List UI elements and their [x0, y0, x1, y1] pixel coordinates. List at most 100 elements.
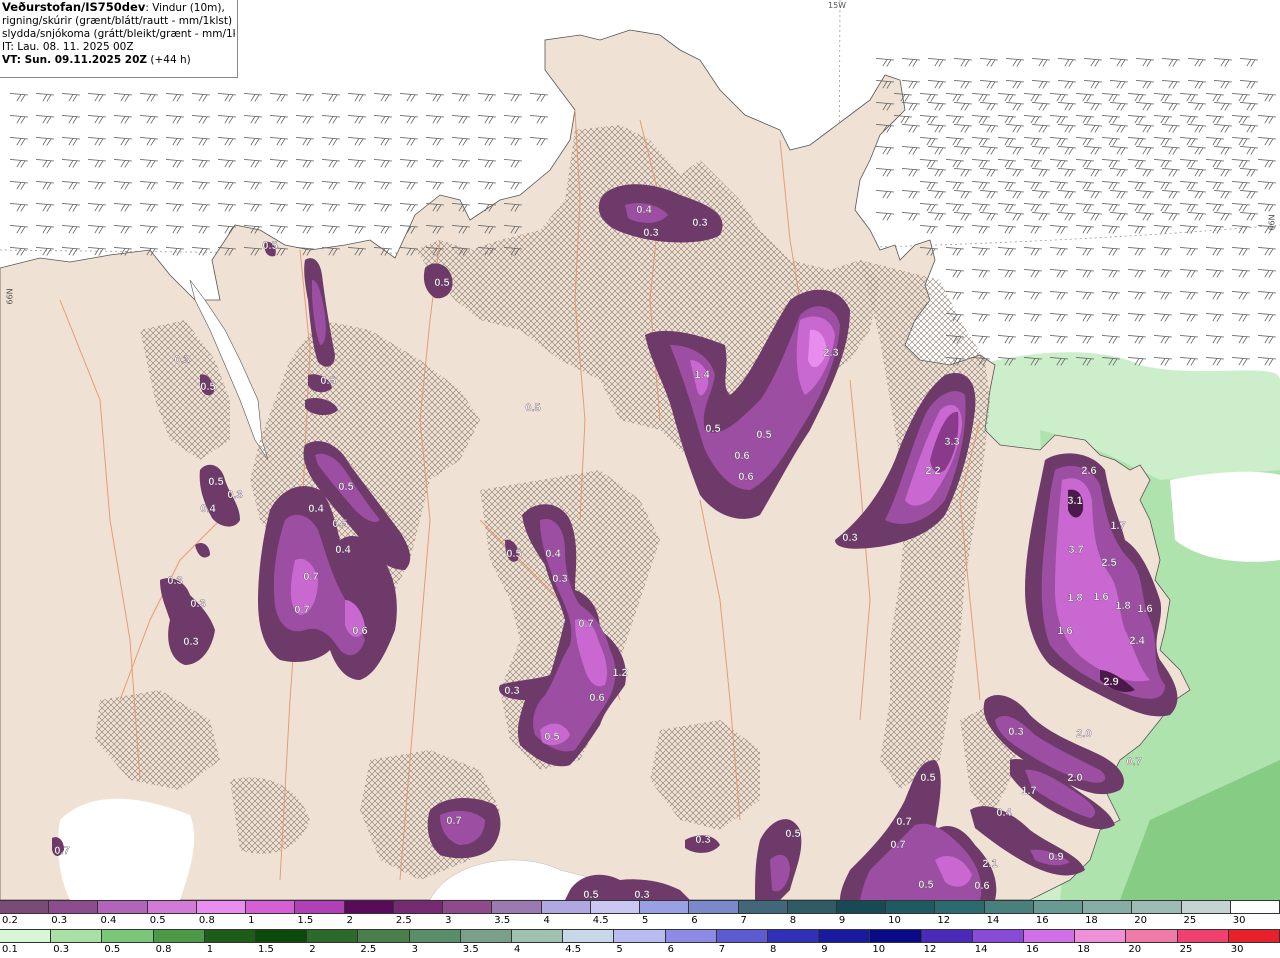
scale-swatch [512, 930, 564, 942]
scale-swatch [768, 930, 820, 942]
graticule-label-right: 66N [1267, 214, 1277, 231]
scale-swatch [1230, 901, 1280, 913]
scale-swatch [344, 901, 394, 913]
precip-value-label: 0.5 [338, 481, 353, 493]
scale-tick-label: 30 [1230, 944, 1244, 955]
scale-tick-label: 0.5 [149, 915, 166, 926]
scale-tick-label: 5 [616, 944, 623, 955]
scale-swatch [256, 930, 308, 942]
scale-tick-label: 2.5 [360, 944, 377, 955]
scale-tick-label: 25 [1183, 915, 1197, 926]
precip-value-label: 0.4 [636, 204, 652, 216]
model-title-suffix: : Vindur (10m), [145, 2, 225, 14]
scale-tick-label: 4.5 [592, 915, 609, 926]
scale-swatch [307, 930, 359, 942]
precip-value-label: 0.5 [918, 879, 933, 891]
scale-tick-label: 2 [346, 915, 353, 926]
scale-swatch [1083, 901, 1133, 913]
scale-swatch [98, 901, 148, 913]
scale-tick-label: 0.1 [2, 944, 18, 955]
precip-value-label: 0.3 [634, 889, 649, 900]
precip-value-label: 0.5 [756, 429, 771, 441]
scale-tick-label: 10 [888, 915, 901, 926]
precip-value-label: 0.5 [434, 277, 449, 289]
scale-swatch [665, 930, 717, 942]
scale-swatch [204, 930, 257, 942]
precip-value-label: 0.3 [695, 834, 710, 846]
scale-swatch [614, 930, 666, 942]
scale-swatch [1075, 930, 1127, 942]
valid-time: VT: Sun. 09.11.2025 20Z [2, 54, 148, 66]
scale-swatch [492, 901, 542, 913]
precip-value-label: 0.6 [738, 471, 753, 483]
graticule-label-top: 15W [828, 1, 847, 10]
precip-value-label: 0.5 [525, 402, 540, 414]
graticule-label-left: 66N [5, 288, 15, 305]
precip-value-label: 0.4 [335, 544, 351, 556]
scale-swatch [886, 901, 936, 913]
precip-value-label: 1.8 [1067, 592, 1082, 604]
scale-tick-label: 30 [1232, 915, 1246, 926]
scale-swatch [689, 901, 739, 913]
snow-color-scale: 0.2 0.3 0.4 0.5 0.8 1 1.5 2 2.5 3 3.5 4 4.5 5 6 7 8 9 10 12… [0, 900, 1280, 929]
precip-value-label: 2.6 [1081, 465, 1096, 477]
scale-swatch [0, 901, 50, 913]
precip-value-label: 0.5 [705, 423, 720, 435]
precip-value-label: 0.5 [262, 240, 277, 252]
scale-swatch [1181, 901, 1231, 913]
scale-tick-label: 4.5 [565, 944, 582, 955]
scale-tick-label: 2.5 [395, 915, 412, 926]
precip-value-label: 0.5 [200, 381, 215, 393]
scale-swatch [51, 930, 103, 942]
scale-swatch [1132, 901, 1182, 913]
precip-value-label: 0.9 [1048, 851, 1063, 863]
precip-value-label: 1.7 [1021, 785, 1036, 797]
scale-tick-label: 0.3 [53, 944, 70, 955]
precip-value-label: 2.5 [1101, 557, 1116, 569]
forecast-hour: (+44 h) [147, 54, 191, 66]
scale-tick-label: 2 [309, 944, 316, 955]
scale-swatch [196, 901, 247, 913]
scale-swatch [246, 901, 296, 913]
scale-tick-label: 12 [937, 915, 951, 926]
scale-tick-label: 5 [642, 915, 649, 926]
scale-swatch [147, 901, 197, 913]
precip-value-label: 0.5 [506, 548, 521, 560]
scale-swatch [640, 901, 690, 913]
scale-swatch [836, 901, 887, 913]
scale-tick-label: 0.3 [51, 915, 68, 926]
scale-swatch [1024, 930, 1076, 942]
scale-swatch [563, 930, 615, 942]
precip-value-label: 2.1 [982, 858, 997, 870]
scale-swatch [1228, 930, 1280, 942]
precip-value-label: 0.3 [167, 575, 182, 587]
precip-value-label: 2.2 [925, 465, 940, 477]
precip-value-label: 2.4 [1129, 635, 1145, 647]
precip-value-label: 1.4 [694, 369, 710, 381]
scale-tick-label: 7 [718, 944, 726, 955]
scale-tick-label: 8 [789, 915, 797, 926]
scale-tick-label: 3 [445, 915, 452, 926]
scale-swatch [1177, 930, 1229, 942]
precip-value-label: 1.6 [1057, 625, 1072, 637]
scale-tick-label: 16 [1035, 915, 1049, 926]
precip-value-label: 1.8 [1115, 600, 1130, 612]
precip-value-label: 0.3 [643, 227, 658, 239]
scale-tick-label: 3.5 [494, 915, 511, 926]
scale-swatch [1126, 930, 1178, 942]
precip-value-label: 0.3 [183, 636, 198, 648]
scale-swatch [921, 930, 973, 942]
scale-tick-label: 1 [248, 915, 255, 926]
scale-tick-label: 16 [1026, 944, 1039, 955]
precip-value-label: 1.6 [1093, 591, 1108, 603]
rain-color-scale: 0.1 0.3 0.5 0.8 1 1.5 2 2.5 3 3.5 4 4.5 5 6 7 8 9 10 12 14 1… [0, 929, 1280, 958]
precip-value-label: 0.6 [352, 625, 367, 637]
scale-tick-label: 0.8 [155, 944, 172, 955]
precip-value-label: 0.5 [583, 889, 598, 900]
precip-value-label: 0.6 [734, 450, 749, 462]
precip-value-label: 0.7 [578, 618, 593, 630]
scale-swatch [460, 930, 513, 942]
scale-tick-label: 6 [667, 944, 674, 955]
precip-value-label: 2.9 [1103, 676, 1118, 688]
precip-value-label: 3.3 [944, 436, 959, 448]
